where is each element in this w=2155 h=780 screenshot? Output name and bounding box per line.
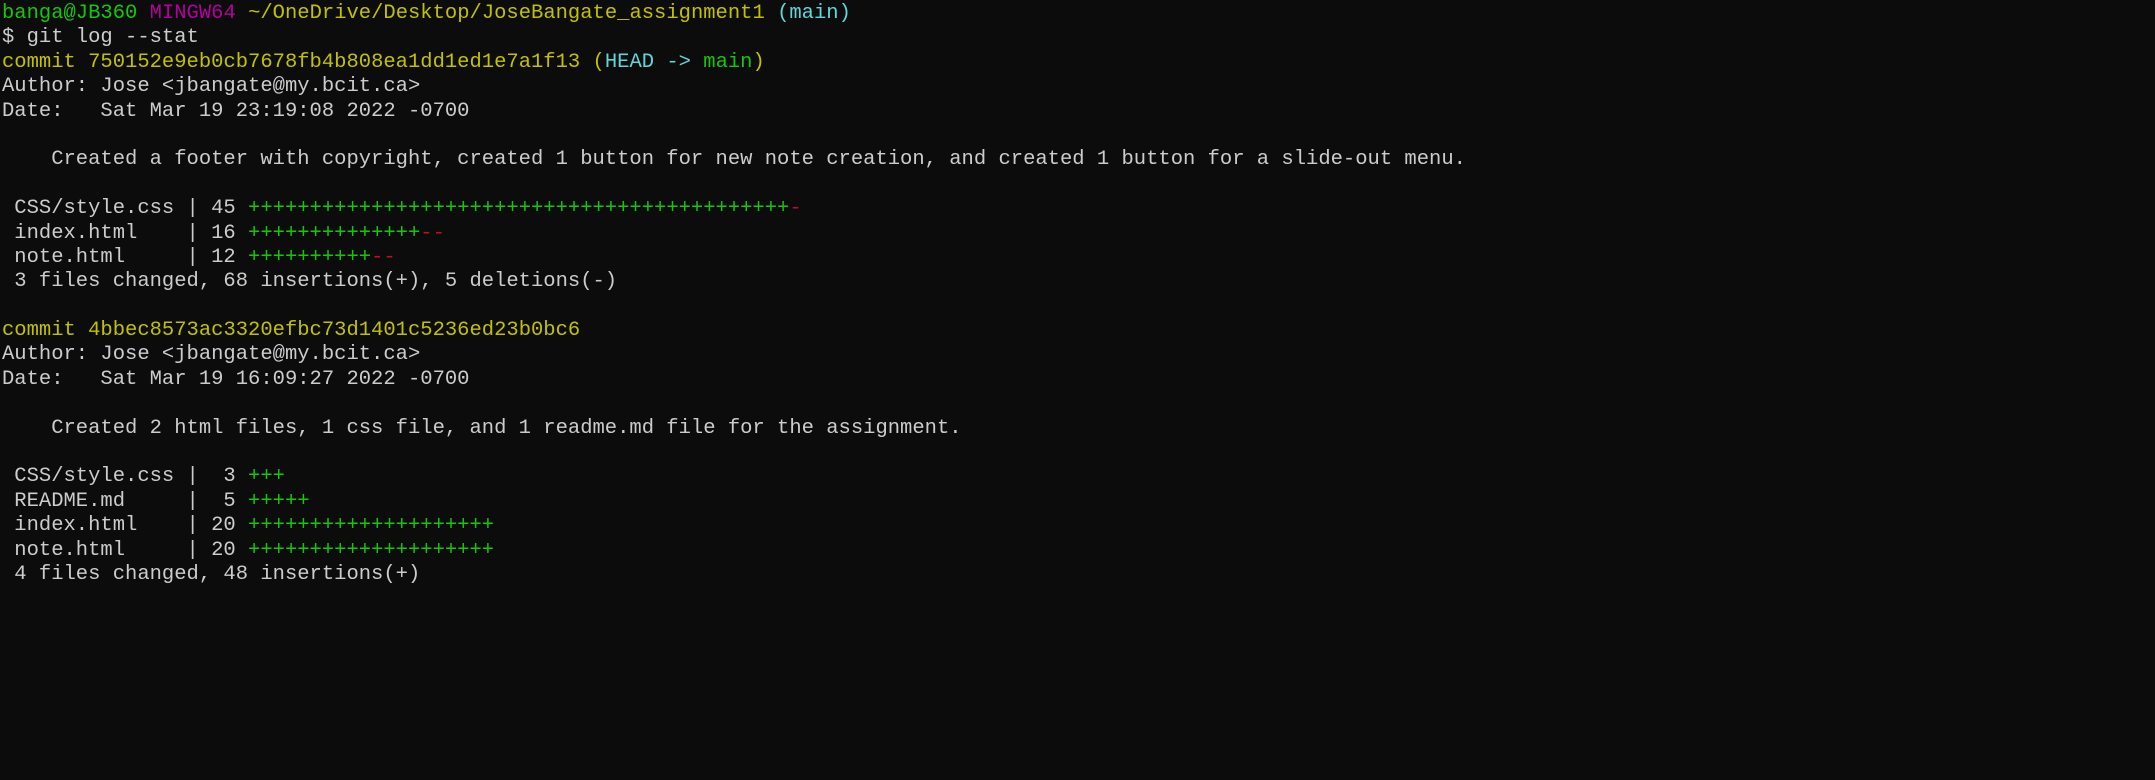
commit-message: Created a footer with copyright, created… <box>2 148 1466 172</box>
command-line: $ git log --stat <box>2 26 199 50</box>
commit-author: Author: Jose <jbangate@my.bcit.ca> <box>2 75 421 99</box>
file-stat: README.md | 5 +++++ <box>2 489 310 513</box>
commit-hash: 4bbec8573ac3320efbc73d1401c5236ed23b0bc6 <box>88 319 581 343</box>
terminal-window[interactable]: banga@JB360 MINGW64 ~/OneDrive/Desktop/J… <box>0 0 2155 587</box>
file-stat: CSS/style.css | 45 +++++++++++++++++++++… <box>2 197 802 221</box>
stat-summary: 4 files changed, 48 insertions(+) <box>2 562 421 586</box>
stat-summary: 3 files changed, 68 insertions(+), 5 del… <box>2 270 618 294</box>
git-branch: (main) <box>777 2 851 25</box>
head-ref: HEAD -> <box>604 50 691 74</box>
branch-ref: main <box>703 50 753 74</box>
file-stat: note.html | 12 ++++++++++-- <box>2 245 396 269</box>
current-path: ~/OneDrive/Desktop/JoseBangate_assignmen… <box>248 2 765 25</box>
user-host: banga@JB360 <box>2 2 138 25</box>
system-name: MINGW64 <box>149 2 236 25</box>
commit-header: commit 4bbec8573ac3320efbc73d1401c5236ed… <box>2 319 581 343</box>
commit-message: Created 2 html files, 1 css file, and 1 … <box>2 416 962 440</box>
commit-header: commit 750152e9eb0cb7678fb4b808ea1dd1ed1… <box>2 50 765 74</box>
prompt-line: banga@JB360 MINGW64 ~/OneDrive/Desktop/J… <box>2 2 2155 26</box>
commit-author: Author: Jose <jbangate@my.bcit.ca> <box>2 343 421 367</box>
commit-date: Date: Sat Mar 19 23:19:08 2022 -0700 <box>2 99 470 123</box>
commit-date: Date: Sat Mar 19 16:09:27 2022 -0700 <box>2 367 470 391</box>
commit-hash: 750152e9eb0cb7678fb4b808ea1dd1ed1e7a1f13 <box>88 50 581 74</box>
file-stat: note.html | 20 ++++++++++++++++++++ <box>2 538 495 562</box>
file-stat: index.html | 20 ++++++++++++++++++++ <box>2 514 495 538</box>
file-stat: CSS/style.css | 3 +++ <box>2 465 285 489</box>
file-stat: index.html | 16 ++++++++++++++-- <box>2 221 445 245</box>
